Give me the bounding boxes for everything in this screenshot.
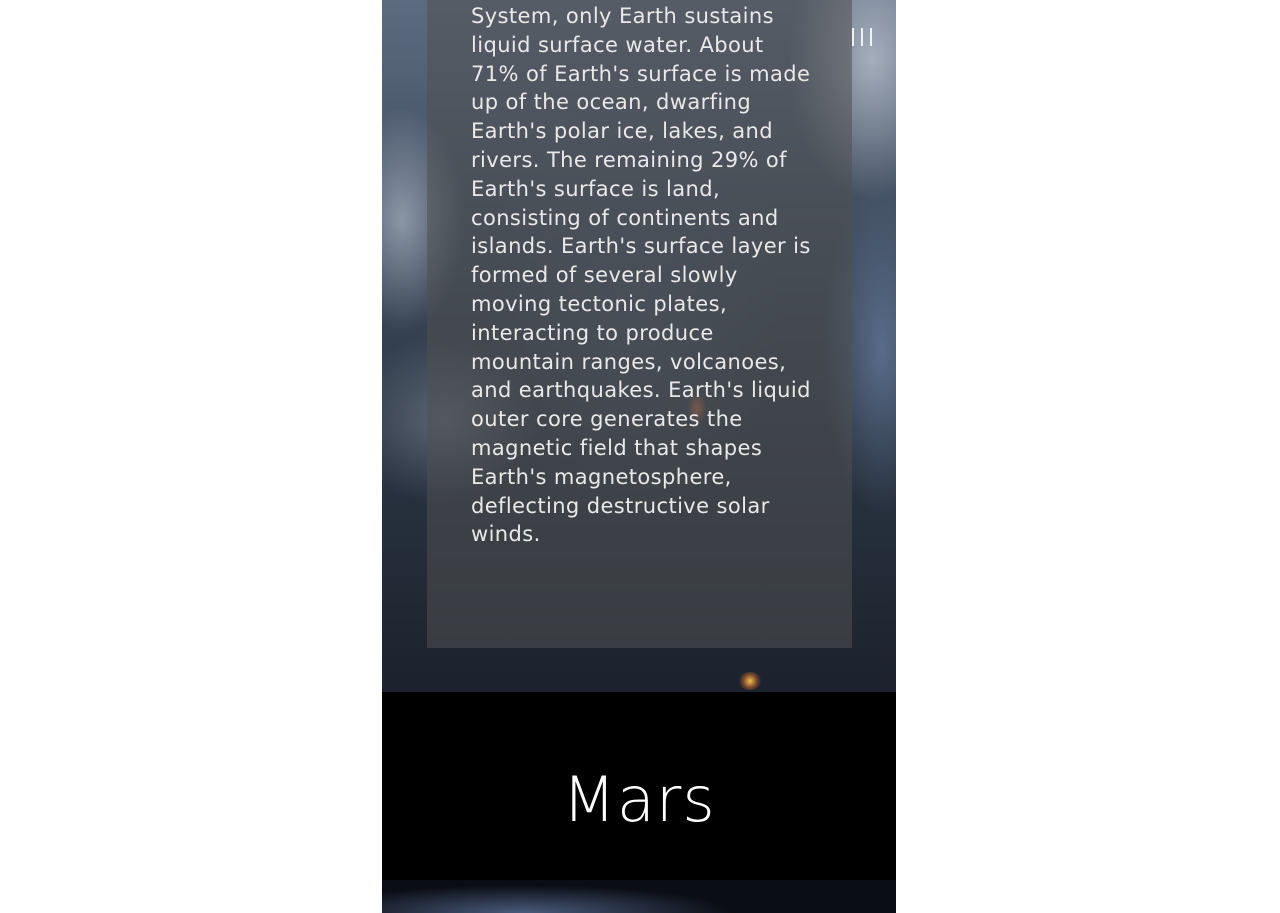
mars-background-image — [382, 880, 896, 913]
sun-glint — [738, 672, 762, 690]
earth-description: System, only Earth sustains liquid surfa… — [471, 4, 811, 547]
menu-bar — [852, 28, 854, 46]
mars-title: Mars — [562, 763, 716, 836]
menu-bar — [870, 28, 872, 46]
menu-bar — [861, 28, 863, 46]
earth-info-panel: System, only Earth sustains liquid surfa… — [427, 0, 852, 648]
menu-icon[interactable] — [852, 28, 872, 48]
mobile-viewport: System, only Earth sustains liquid surfa… — [382, 0, 896, 913]
